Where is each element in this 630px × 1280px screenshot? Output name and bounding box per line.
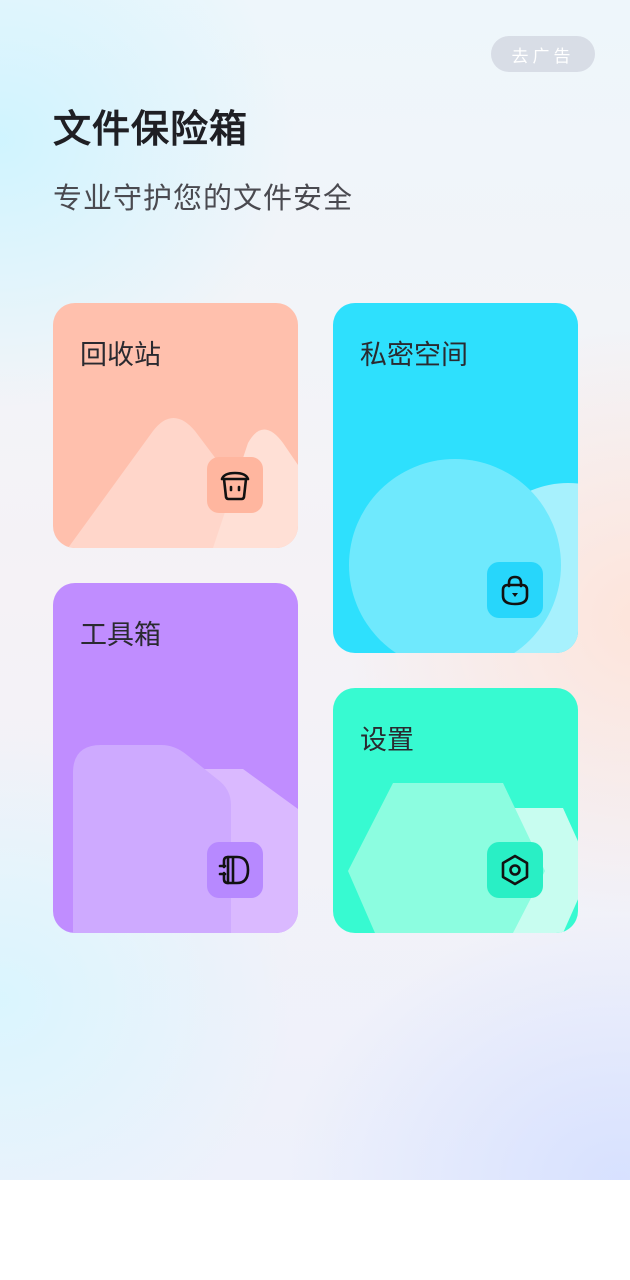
remove-ads-button[interactable]: 去广告: [491, 36, 595, 72]
toolbox-card[interactable]: 工具箱: [53, 583, 298, 933]
private-space-label: 私密空间: [360, 340, 468, 371]
page-subtitle: 专业守护您的文件安全: [53, 181, 354, 215]
bottom-blank-area: [0, 1180, 630, 1280]
toolbox-icon: [207, 842, 263, 898]
toolbox-label: 工具箱: [80, 620, 161, 651]
recycle-bin-card[interactable]: 回收站: [53, 303, 298, 548]
recycle-bin-label: 回收站: [80, 340, 161, 371]
vault-home-screen: 去广告 文件保险箱 专业守护您的文件安全 回收站 私密空间 工具箱 设置: [0, 0, 630, 1180]
page-title: 文件保险箱: [53, 107, 249, 151]
settings-card[interactable]: 设置: [333, 688, 578, 933]
gear-icon: [487, 842, 543, 898]
lock-bag-icon: [487, 562, 543, 618]
private-space-card[interactable]: 私密空间: [333, 303, 578, 653]
settings-label: 设置: [360, 725, 414, 756]
trash-icon: [207, 457, 263, 513]
